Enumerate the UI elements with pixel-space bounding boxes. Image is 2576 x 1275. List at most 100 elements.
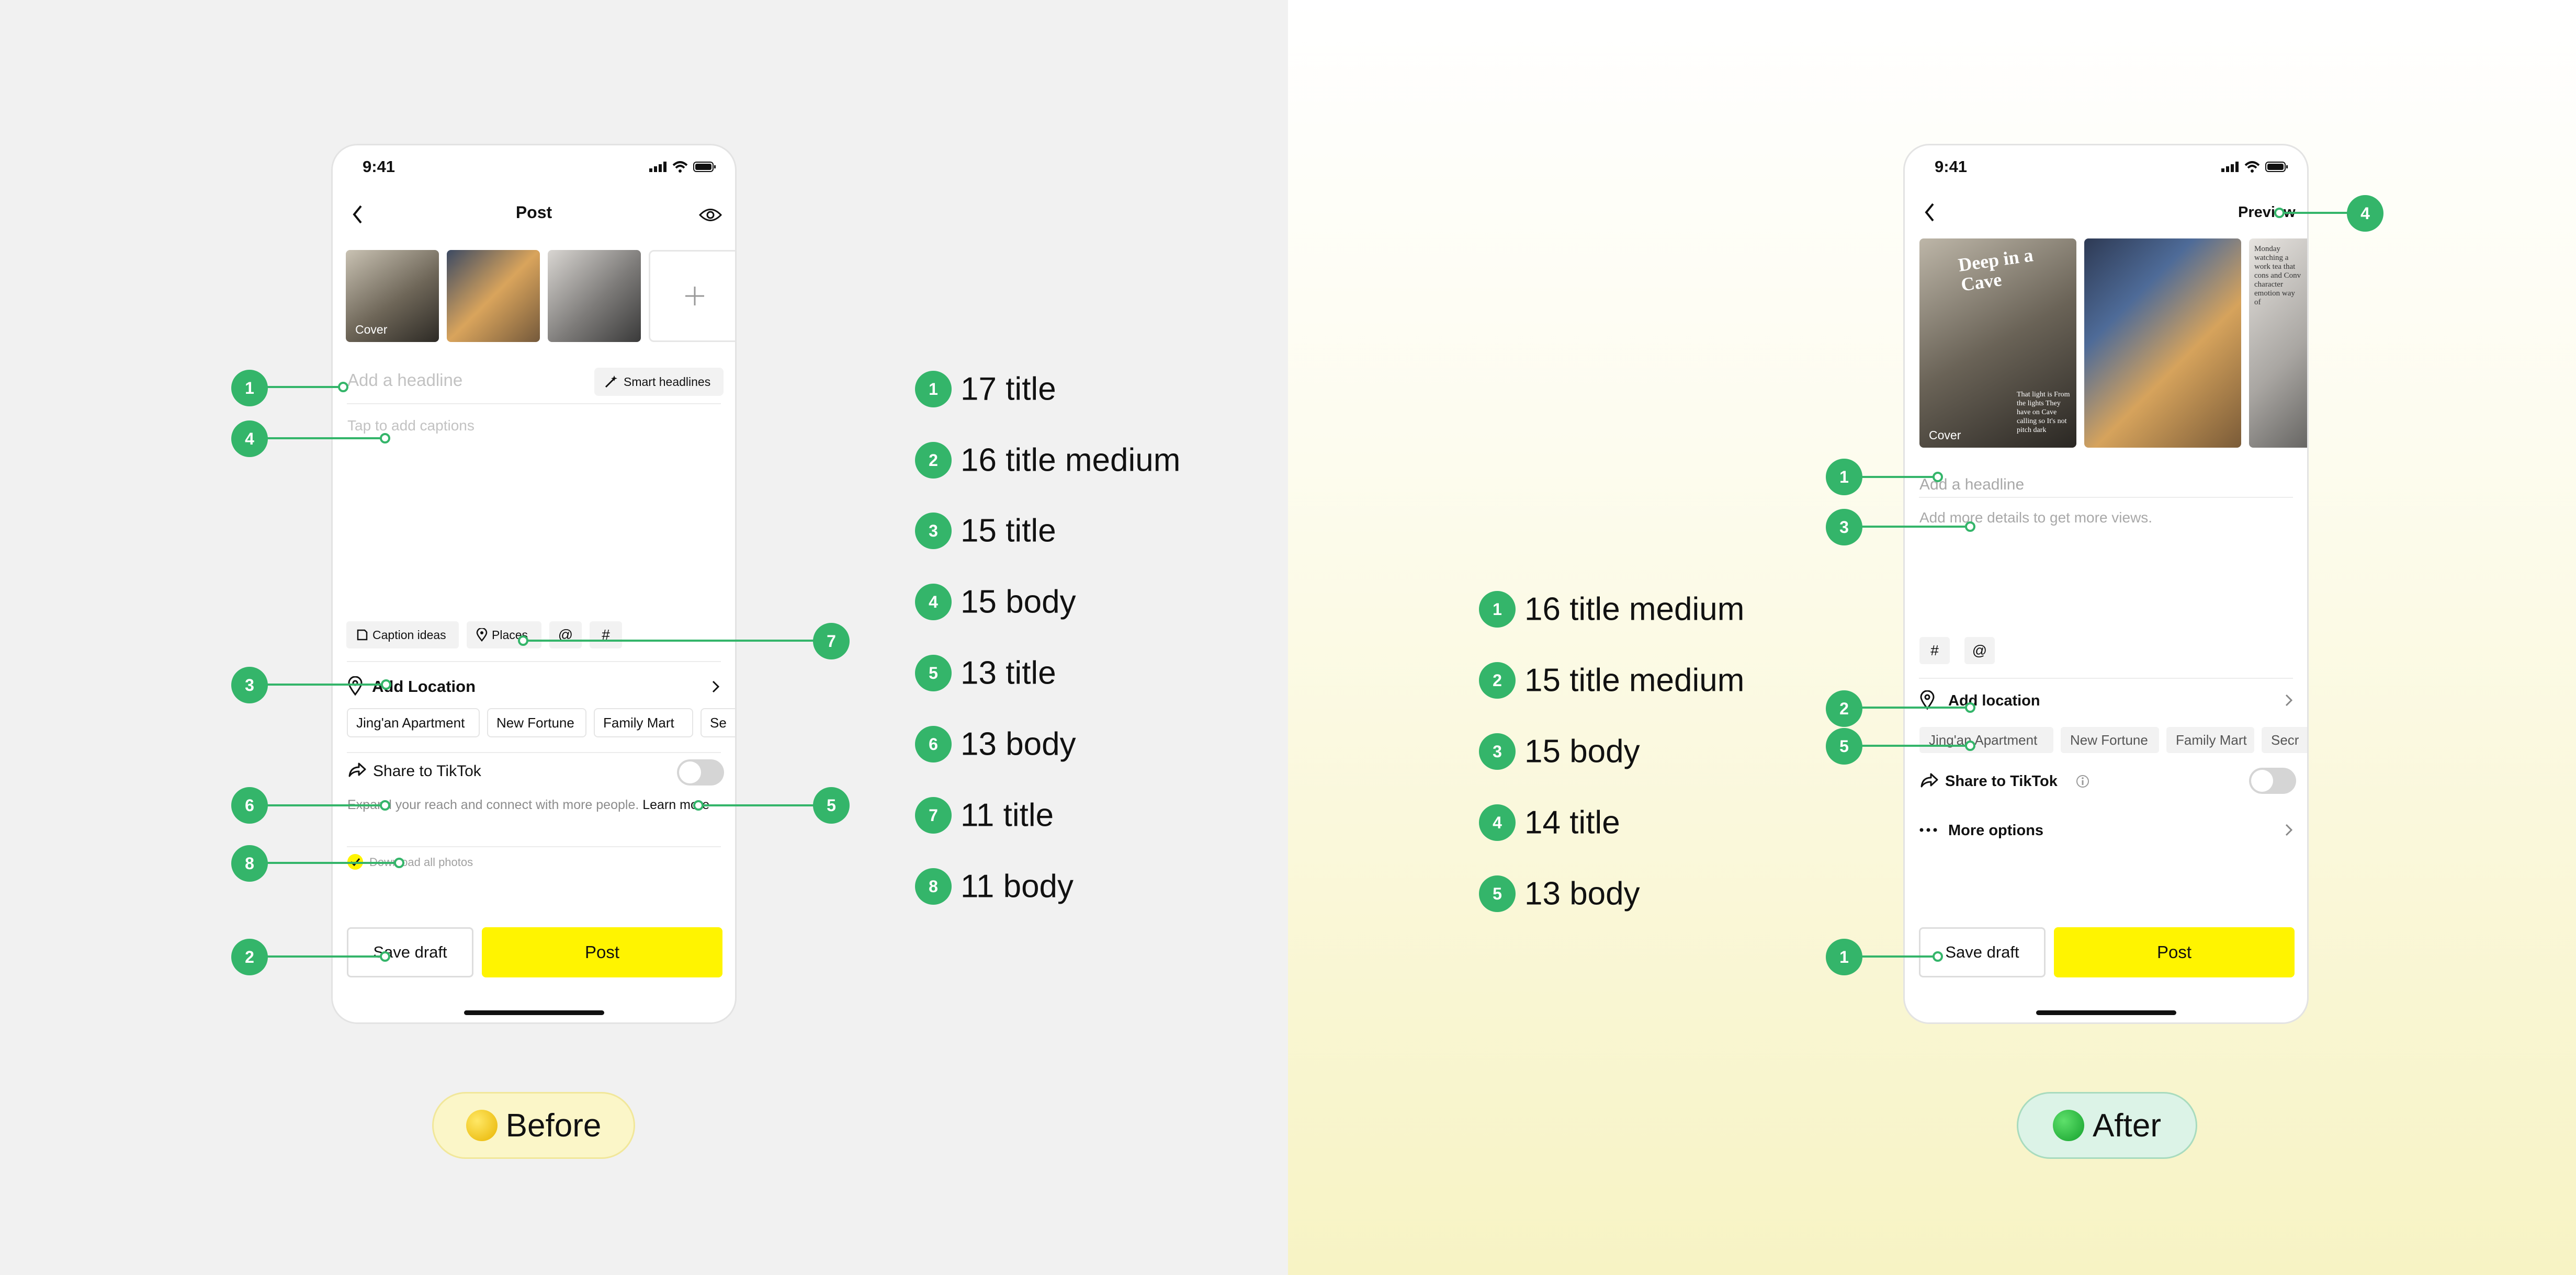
legend-label: 15 title medium [1524,662,1745,699]
caption-ideas-label: Caption ideas [372,628,446,642]
signal-icon [649,162,666,172]
add-location-row[interactable]: Add Location [347,674,724,700]
toggle-knob [679,761,701,783]
caption-ideas-button[interactable]: Caption ideas [346,621,459,648]
legend-badge: 5 [1479,875,1516,912]
cover-photo[interactable]: Deep in a Cave That light is From the li… [1919,238,2076,448]
more-options-row[interactable]: More options [1919,820,2296,844]
yellow-circle-icon [466,1110,498,1141]
before-phone: 9:41 Post Cover Add a headline Smart hea… [331,144,737,1024]
callout-badge: 1 [1826,939,1862,975]
more-dots-icon [1919,828,1937,832]
callout-line [1845,745,1970,747]
places-button[interactable]: Places [467,621,541,648]
save-draft-button[interactable]: Save draft [347,927,473,977]
status-time: 9:41 [363,157,396,176]
legend-badge: 3 [1479,733,1516,770]
post-button[interactable]: Post [2054,927,2295,977]
toggle-knob [2251,770,2273,792]
callout-dot [1933,951,1943,962]
callout-dot [1965,521,1975,532]
location-chip[interactable]: Jing'an Apartment [347,708,480,737]
chevron-right-icon [712,680,720,693]
callout-badge: 1 [231,370,268,406]
location-chip[interactable]: New Fortune [2061,727,2159,753]
divider [347,661,721,662]
location-chip[interactable]: Jing'an Apartment [1919,727,2053,753]
smart-headlines-button[interactable]: Smart headlines [594,368,724,396]
headline-input[interactable]: Add a headline [347,370,462,390]
photo-thumbnail[interactable]: Monday watching a work tea that cons and… [2249,238,2307,448]
callout-line [522,640,831,642]
hashtag-button[interactable]: # [1919,637,1950,664]
before-label-pill: Before [432,1092,635,1159]
callout-badge: 3 [231,667,268,703]
photo-overlay-caption: Monday watching a work tea that cons and… [2254,245,2301,306]
more-options-label: More options [1948,822,2044,839]
share-description-text: Expand your reach and connect with more … [347,798,639,812]
legend-label: 15 body [961,584,1076,620]
caption-input[interactable]: Tap to add captions [347,417,474,434]
wifi-icon [672,161,688,173]
legend-badge: 7 [915,797,952,834]
legend-badge: 1 [915,371,952,407]
photo-thumbnail[interactable] [447,250,540,342]
hashtag-icon: # [1930,642,1939,658]
location-chip[interactable]: Se [701,708,735,737]
post-button[interactable]: Post [482,927,722,977]
comparison-board: 9:41 Post Cover Add a headline Smart hea… [0,0,2576,1275]
hashtag-button[interactable]: # [590,621,622,648]
callout-line [250,955,385,958]
legend-badge: 5 [915,655,952,691]
callout-badge: 7 [813,623,850,659]
location-chip[interactable]: New Fortune [487,708,586,737]
divider [347,752,721,753]
legend-badge: 4 [1479,804,1516,841]
callout-dot [1965,741,1975,751]
callout-dot [380,800,390,811]
callout-dot [338,382,348,392]
legend-label: 14 title [1524,804,1620,841]
divider [347,846,721,847]
add-photo-button[interactable] [649,250,735,342]
callout-dot [380,433,390,443]
photo-thumbnail[interactable] [2084,238,2241,448]
callout-line [1845,707,1970,709]
callout-badge: 5 [1826,728,1862,765]
location-chip[interactable]: Family Mart [2166,727,2254,753]
details-input[interactable]: Add more details to get more views. [1919,509,2152,526]
legend-label: 17 title [961,371,1056,407]
photo-thumbnail[interactable] [548,250,641,342]
location-chip[interactable]: Family Mart [594,708,693,737]
location-chip[interactable]: Secr [2262,727,2307,753]
callout-line [250,862,399,864]
add-location-row[interactable]: Add location [1919,689,2296,713]
preview-eye-icon[interactable] [699,207,722,223]
callout-badge: 2 [231,939,268,975]
legend-badge: 8 [915,868,952,905]
nav-title: Post [515,203,552,222]
info-icon[interactable] [2075,774,2090,789]
legend-label: 13 title [961,655,1056,691]
cover-photo[interactable]: Cover [346,250,439,342]
share-toggle[interactable] [2249,768,2296,794]
legend-label: 16 title medium [1524,591,1745,628]
back-icon[interactable] [1924,202,1936,223]
divider [347,403,721,404]
share-description: Expand your reach and connect with more … [347,795,724,814]
legend-badge: 2 [915,442,952,479]
legend-badge: 3 [915,513,952,549]
legend-badge: 4 [915,584,952,620]
callout-dot [693,800,704,811]
callout-dot [380,951,390,962]
share-toggle[interactable] [677,759,724,786]
legend-badge: 1 [1479,591,1516,628]
mention-button[interactable]: @ [1964,637,1995,664]
callout-dot [1965,702,1975,713]
mention-button[interactable]: @ [549,621,582,648]
cover-label: Cover [355,323,388,336]
callout-dot [2274,208,2285,218]
home-indicator [464,1010,604,1015]
status-time: 9:41 [1935,157,1968,176]
battery-icon [2265,162,2288,172]
